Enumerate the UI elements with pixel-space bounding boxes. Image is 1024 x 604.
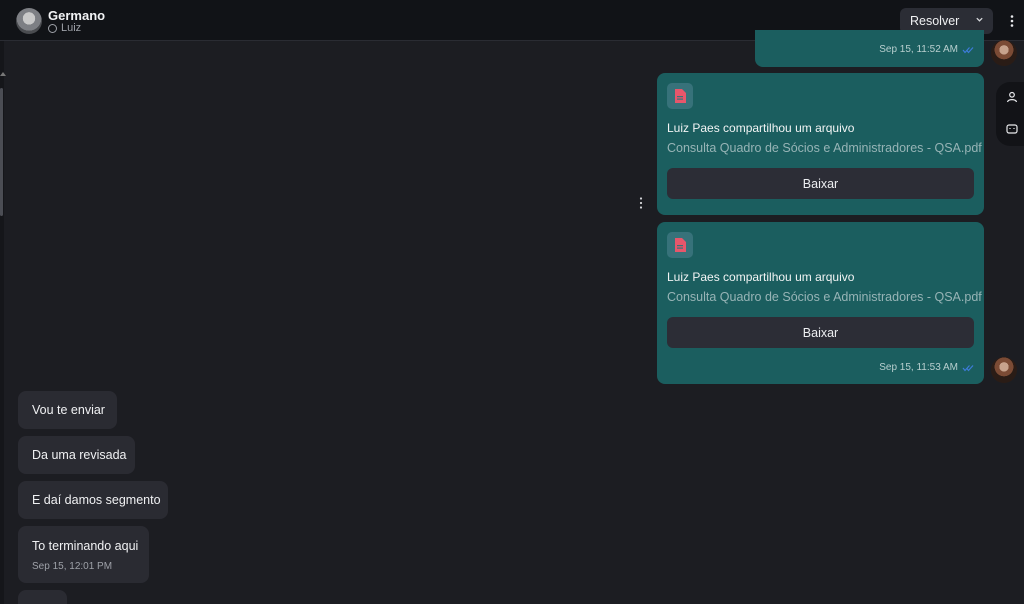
message-text: E daí damos segmento xyxy=(32,493,161,507)
file-name: Consulta Quadro de Sócios e Administrado… xyxy=(667,141,982,155)
file-title: Luiz Paes compartilhou um arquivo xyxy=(667,121,855,135)
file-message: Luiz Paes compartilhou um arquivo Consul… xyxy=(657,73,984,215)
message-text: To terminando aqui xyxy=(32,539,139,553)
message-timestamp: Sep 15, 11:52 AM xyxy=(879,44,974,55)
double-check-icon xyxy=(962,364,974,371)
left-scrollbar[interactable] xyxy=(0,88,3,216)
incoming-message: E daí damos segmento xyxy=(18,481,168,519)
incoming-message xyxy=(18,590,67,604)
contact-name[interactable]: Germano xyxy=(48,8,105,23)
more-vertical-icon[interactable] xyxy=(1006,13,1018,29)
agent-avatar xyxy=(991,357,1017,383)
file-message: Luiz Paes compartilhou um arquivo Consul… xyxy=(657,222,984,384)
incoming-message: Vou te enviar xyxy=(18,391,117,429)
outgoing-message: Sep 15, 11:52 AM xyxy=(755,30,984,67)
message-square-icon[interactable] xyxy=(1006,123,1018,135)
contact-icon[interactable] xyxy=(1006,91,1018,103)
download-button[interactable]: Baixar xyxy=(667,317,974,348)
message-timestamp: Sep 15, 11:53 AM xyxy=(879,362,974,373)
contact-inbox: Luiz xyxy=(48,22,81,34)
side-panel-toggle xyxy=(996,82,1024,146)
contact-avatar[interactable] xyxy=(16,8,42,34)
double-check-icon xyxy=(962,46,974,53)
file-name: Consulta Quadro de Sócios e Administrado… xyxy=(667,290,982,304)
inbox-name: Luiz xyxy=(61,22,82,34)
incoming-message: To terminando aqui Sep 15, 12:01 PM xyxy=(18,526,149,583)
file-icon xyxy=(667,232,693,258)
agent-avatar xyxy=(991,40,1017,66)
whatsapp-icon xyxy=(48,23,57,33)
incoming-message: Da uma revisada xyxy=(18,436,135,474)
message-text: Da uma revisada xyxy=(32,448,127,462)
download-button[interactable]: Baixar xyxy=(667,168,974,199)
message-timestamp: Sep 15, 12:01 PM xyxy=(32,561,113,572)
chevron-down-icon[interactable] xyxy=(975,15,984,24)
resolve-label: Resolver xyxy=(910,14,960,28)
file-title: Luiz Paes compartilhou um arquivo xyxy=(667,270,855,284)
scroll-up-icon[interactable] xyxy=(0,72,6,76)
message-text: Vou te enviar xyxy=(32,403,105,417)
file-icon xyxy=(667,83,693,109)
message-menu-icon[interactable] xyxy=(638,196,644,210)
